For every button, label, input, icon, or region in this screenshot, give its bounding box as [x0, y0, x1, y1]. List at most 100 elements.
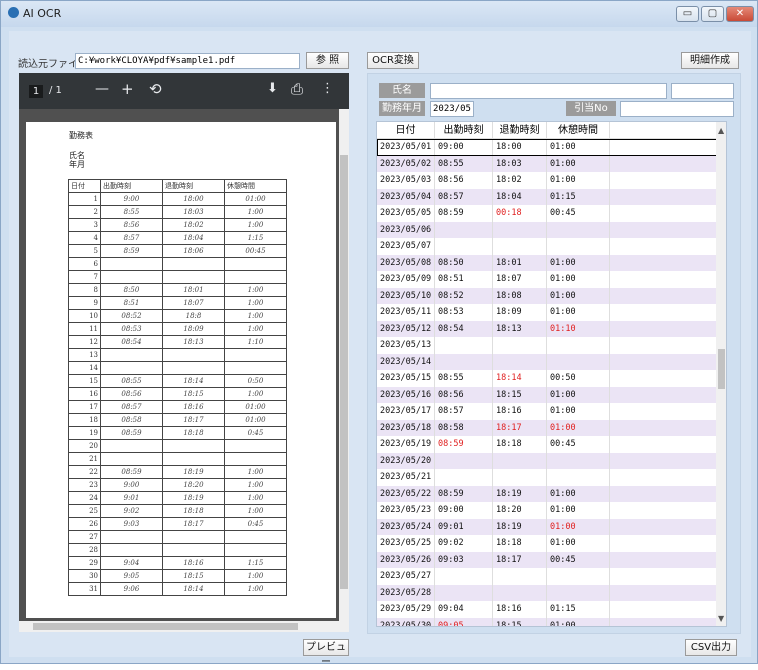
- cell-break-time[interactable]: [547, 568, 610, 585]
- grid-row[interactable]: 2023/05/11 08:53 18:09 01:00: [377, 304, 726, 321]
- cell-date[interactable]: 2023/05/15: [377, 370, 435, 387]
- scroll-down-icon[interactable]: ▼: [718, 614, 724, 623]
- grid-row[interactable]: 2023/05/01 09:00 18:00 01:00: [377, 139, 726, 156]
- cell-break-time[interactable]: 01:00: [547, 502, 610, 519]
- cell-date[interactable]: 2023/05/29: [377, 601, 435, 618]
- page-number-input[interactable]: 1: [29, 85, 43, 98]
- cell-break-time[interactable]: 00:50: [547, 370, 610, 387]
- cell-date[interactable]: 2023/05/04: [377, 188, 435, 205]
- grid-row[interactable]: 2023/05/20: [377, 452, 726, 469]
- preview-button[interactable]: プレビュー: [303, 639, 349, 668]
- grid-row[interactable]: 2023/05/18 08:58 18:17 01:00: [377, 419, 726, 436]
- maximize-button[interactable]: ▢: [701, 6, 724, 22]
- cell-in-time[interactable]: 08:50: [435, 254, 493, 271]
- zoom-out-icon[interactable]: —: [95, 81, 109, 97]
- grid-row[interactable]: 2023/05/30 09:05 18:15 01:00: [377, 617, 726, 626]
- grid-row[interactable]: 2023/05/21: [377, 469, 726, 486]
- grid-row[interactable]: 2023/05/22 08:59 18:19 01:00: [377, 485, 726, 502]
- cell-date[interactable]: 2023/05/24: [377, 518, 435, 535]
- cell-date[interactable]: 2023/05/23: [377, 502, 435, 519]
- name-input[interactable]: [430, 83, 667, 99]
- grid-row[interactable]: 2023/05/09 08:51 18:07 01:00: [377, 271, 726, 288]
- grid-row[interactable]: 2023/05/28: [377, 584, 726, 601]
- grid-row[interactable]: 2023/05/07: [377, 238, 726, 255]
- cell-break-time[interactable]: 01:00: [547, 617, 610, 626]
- cell-in-time[interactable]: 08:59: [435, 485, 493, 502]
- minimize-button[interactable]: ▭: [676, 6, 699, 22]
- cell-out-time[interactable]: 18:20: [493, 502, 547, 519]
- cell-date[interactable]: 2023/05/17: [377, 403, 435, 420]
- cell-break-time[interactable]: [547, 221, 610, 238]
- cell-out-time[interactable]: [493, 568, 547, 585]
- cell-in-time[interactable]: [435, 337, 493, 354]
- cell-in-time[interactable]: 09:02: [435, 535, 493, 552]
- cell-break-time[interactable]: 01:00: [547, 254, 610, 271]
- cell-break-time[interactable]: [547, 353, 610, 370]
- pdf-scroll-thumb[interactable]: [340, 155, 348, 589]
- cell-out-time[interactable]: [493, 469, 547, 486]
- cell-out-time[interactable]: 18:08: [493, 287, 547, 304]
- ref-no-input[interactable]: [620, 101, 734, 117]
- month-input[interactable]: 2023/05: [430, 101, 474, 117]
- cell-date[interactable]: 2023/05/22: [377, 485, 435, 502]
- cell-date[interactable]: 2023/05/16: [377, 386, 435, 403]
- cell-in-time[interactable]: 08:59: [435, 205, 493, 222]
- cell-out-time[interactable]: 00:18: [493, 205, 547, 222]
- cell-date[interactable]: 2023/05/01: [377, 139, 435, 156]
- grid-row[interactable]: 2023/05/19 08:59 18:18 00:45: [377, 436, 726, 453]
- cell-break-time[interactable]: 01:00: [547, 403, 610, 420]
- download-icon[interactable]: ⬇: [267, 81, 278, 96]
- cell-date[interactable]: 2023/05/10: [377, 287, 435, 304]
- col-date-header[interactable]: 日付: [377, 122, 435, 138]
- cell-break-time[interactable]: 01:00: [547, 155, 610, 172]
- grid-row[interactable]: 2023/05/05 08:59 00:18 00:45: [377, 205, 726, 222]
- cell-date[interactable]: 2023/05/11: [377, 304, 435, 321]
- cell-date[interactable]: 2023/05/03: [377, 172, 435, 189]
- cell-date[interactable]: 2023/05/18: [377, 419, 435, 436]
- cell-out-time[interactable]: 18:15: [493, 386, 547, 403]
- cell-in-time[interactable]: [435, 221, 493, 238]
- cell-in-time[interactable]: 08:52: [435, 287, 493, 304]
- cell-date[interactable]: 2023/05/07: [377, 238, 435, 255]
- cell-out-time[interactable]: [493, 238, 547, 255]
- csv-export-button[interactable]: CSV出力: [685, 639, 737, 656]
- cell-break-time[interactable]: [547, 584, 610, 601]
- cell-in-time[interactable]: 09:00: [435, 502, 493, 519]
- grid-row[interactable]: 2023/05/08 08:50 18:01 01:00: [377, 254, 726, 271]
- cell-break-time[interactable]: 01:00: [547, 139, 610, 156]
- cell-in-time[interactable]: 09:03: [435, 551, 493, 568]
- cell-break-time[interactable]: [547, 452, 610, 469]
- cell-out-time[interactable]: 18:17: [493, 419, 547, 436]
- cell-out-time[interactable]: 18:02: [493, 172, 547, 189]
- grid-row[interactable]: 2023/05/03 08:56 18:02 01:00: [377, 172, 726, 189]
- grid-row[interactable]: 2023/05/29 09:04 18:16 01:15: [377, 601, 726, 618]
- grid-row[interactable]: 2023/05/24 09:01 18:19 01:00: [377, 518, 726, 535]
- zoom-in-icon[interactable]: +: [121, 80, 134, 98]
- grid-row[interactable]: 2023/05/25 09:02 18:18 01:00: [377, 535, 726, 552]
- cell-in-time[interactable]: [435, 238, 493, 255]
- file-path-input[interactable]: C:¥work¥CLOYA¥pdf¥sample1.pdf: [75, 53, 300, 69]
- name-input-2[interactable]: [671, 83, 734, 99]
- cell-out-time[interactable]: 18:09: [493, 304, 547, 321]
- cell-break-time[interactable]: 01:00: [547, 271, 610, 288]
- col-in-header[interactable]: 出勤時刻: [435, 122, 493, 138]
- print-icon[interactable]: ⎙: [291, 80, 303, 98]
- cell-out-time[interactable]: [493, 584, 547, 601]
- cell-in-time[interactable]: 09:04: [435, 601, 493, 618]
- grid-vertical-scrollbar[interactable]: ▲ ▼: [716, 122, 726, 626]
- cell-out-time[interactable]: 18:18: [493, 436, 547, 453]
- cell-date[interactable]: 2023/05/05: [377, 205, 435, 222]
- cell-date[interactable]: 2023/05/25: [377, 535, 435, 552]
- cell-break-time[interactable]: 01:15: [547, 601, 610, 618]
- cell-out-time[interactable]: 18:14: [493, 370, 547, 387]
- grid-row[interactable]: 2023/05/27: [377, 568, 726, 585]
- cell-in-time[interactable]: 09:00: [435, 139, 493, 156]
- cell-break-time[interactable]: 01:00: [547, 287, 610, 304]
- more-options-icon[interactable]: ⋮: [321, 81, 334, 96]
- cell-out-time[interactable]: 18:19: [493, 485, 547, 502]
- scroll-up-icon[interactable]: ▲: [718, 126, 724, 135]
- cell-in-time[interactable]: 08:58: [435, 419, 493, 436]
- cell-date[interactable]: 2023/05/13: [377, 337, 435, 354]
- pdf-horizontal-scrollbar[interactable]: [19, 621, 349, 632]
- cell-in-time[interactable]: [435, 452, 493, 469]
